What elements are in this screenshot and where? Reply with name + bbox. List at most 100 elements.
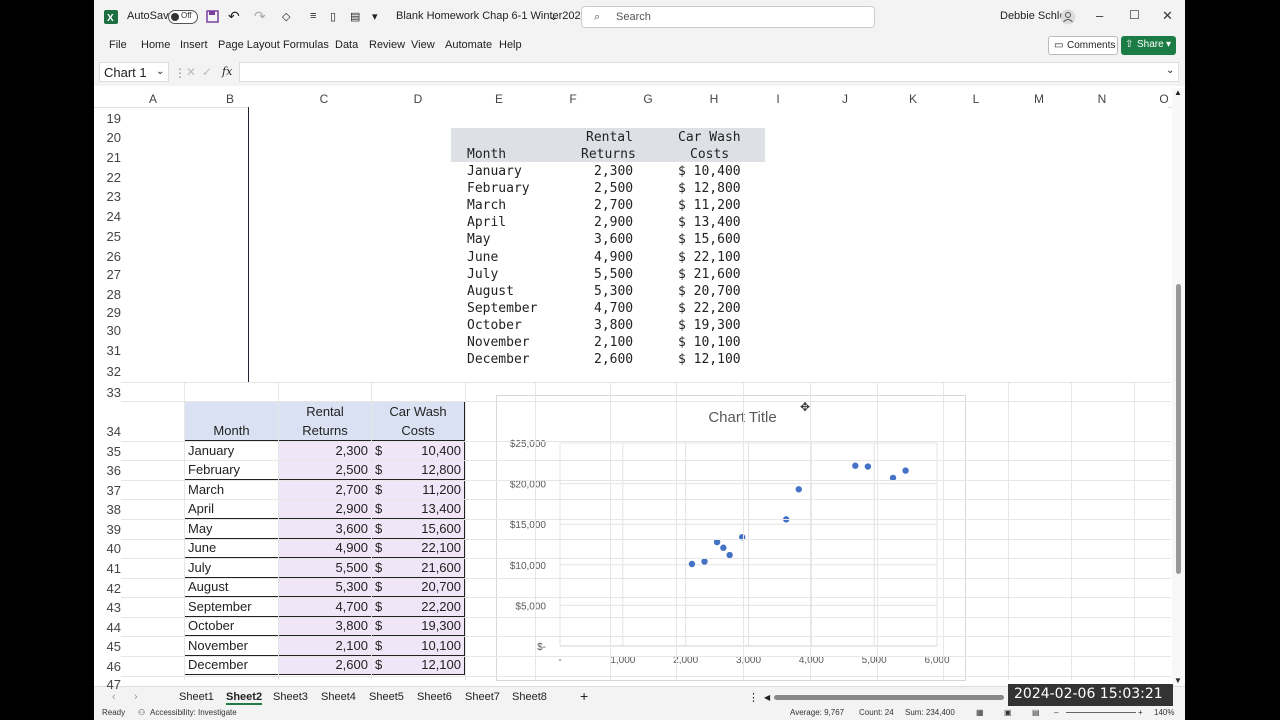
header-month[interactable]: Month — [184, 401, 279, 441]
cell-month[interactable]: May — [184, 518, 279, 539]
status-sum[interactable]: Sum: 234,400 — [905, 708, 955, 717]
column-header[interactable]: K — [909, 92, 917, 106]
sheet-tab[interactable]: Sheet5 — [369, 691, 404, 703]
row-header[interactable]: 37 — [94, 483, 121, 498]
row-header[interactable]: 31 — [94, 343, 121, 358]
cell-month[interactable]: December — [184, 654, 279, 675]
normal-view-icon[interactable]: ▦ — [976, 708, 984, 717]
cell-rental-returns[interactable]: 4,900 — [278, 537, 372, 558]
header-car-wash-costs[interactable]: Car Wash Costs — [371, 401, 465, 441]
cell-month[interactable]: November — [184, 635, 279, 656]
column-header[interactable]: G — [643, 92, 652, 106]
cell-car-wash-cost[interactable]: $21,600 — [371, 557, 465, 578]
cell-month[interactable]: June — [184, 537, 279, 558]
sheet-tab[interactable]: Sheet1 — [179, 691, 214, 703]
cell-month[interactable]: July — [184, 557, 279, 578]
cell-month[interactable]: February — [184, 459, 279, 480]
minimize-icon[interactable]: – — [1096, 8, 1103, 23]
share-button[interactable]: ⇧ Share ▾ — [1121, 36, 1176, 55]
pasted-table-picture[interactable]: Month Rental Returns Car Wash Costs Janu… — [248, 107, 1168, 382]
row-header[interactable]: 39 — [94, 522, 121, 537]
tabs-more-icon[interactable]: ⋮ — [748, 691, 759, 704]
page-icon[interactable]: ▯ — [330, 10, 336, 23]
tab-scroll-right-icon[interactable]: › — [134, 691, 138, 703]
status-count[interactable]: Count: 24 — [859, 708, 894, 717]
cell-car-wash-cost[interactable]: $12,800 — [371, 459, 465, 480]
page-break-view-icon[interactable]: ▤ — [1032, 708, 1040, 717]
horizontal-scroll-thumb[interactable] — [774, 695, 1004, 700]
menu-help[interactable]: Help — [499, 39, 522, 51]
row-header[interactable]: 27 — [94, 267, 121, 282]
cell-car-wash-cost[interactable]: $13,400 — [371, 498, 465, 519]
comments-button[interactable]: ▭ Comments — [1048, 36, 1118, 55]
search-box[interactable]: ⌕ Search — [581, 6, 875, 28]
zoom-level[interactable]: 140% — [1154, 708, 1174, 717]
tab-scroll-left-icon[interactable]: ‹ — [112, 691, 116, 703]
sheet-tab[interactable]: Sheet8 — [512, 691, 547, 703]
row-header[interactable]: 25 — [94, 229, 121, 244]
row-header[interactable]: 36 — [94, 463, 121, 478]
menu-review[interactable]: Review — [369, 39, 405, 51]
page-layout-view-icon[interactable]: ▣ — [1004, 708, 1012, 717]
column-header[interactable]: A — [149, 92, 157, 106]
column-header[interactable]: F — [569, 92, 576, 106]
row-header[interactable]: 28 — [94, 287, 121, 302]
header-rental-returns[interactable]: Rental Returns — [278, 401, 372, 441]
hscroll-left-icon[interactable]: ◀ — [764, 693, 770, 702]
enter-icon[interactable]: ✓ — [202, 65, 212, 79]
row-header[interactable]: 46 — [94, 659, 121, 674]
column-header[interactable]: J — [842, 92, 848, 106]
column-header[interactable]: I — [776, 92, 779, 106]
row-header[interactable]: 34 — [94, 424, 121, 439]
format-painter-icon[interactable]: ◇ — [282, 10, 290, 23]
cell-rental-returns[interactable]: 5,300 — [278, 576, 372, 597]
autosave-toggle[interactable]: Off — [168, 10, 198, 24]
row-header[interactable]: 22 — [94, 170, 121, 185]
cell-car-wash-cost[interactable]: $15,600 — [371, 518, 465, 539]
scatter-chart[interactable]: Chart Title $- $5,000 $10,000 $15,000 $20,000… — [496, 395, 966, 681]
cell-car-wash-cost[interactable]: $12,100 — [371, 654, 465, 675]
sheet-tab[interactable]: Sheet3 — [273, 691, 308, 703]
column-header[interactable]: M — [1034, 92, 1044, 106]
insert-function-icon[interactable]: fx — [222, 65, 232, 78]
cell-car-wash-cost[interactable]: $19,300 — [371, 615, 465, 636]
row-header[interactable]: 20 — [94, 130, 121, 145]
scroll-up-icon[interactable]: ▲ — [1174, 88, 1182, 97]
chevron-down-icon[interactable]: ⌄ — [549, 10, 558, 23]
list-icon[interactable]: ≡ — [310, 10, 316, 22]
name-box[interactable]: Chart 1 ⌄ — [99, 62, 169, 82]
sheet-tab[interactable]: Sheet7 — [465, 691, 500, 703]
column-header[interactable]: H — [710, 92, 719, 106]
cancel-icon[interactable]: ✕ — [186, 65, 196, 79]
row-header[interactable]: 32 — [94, 364, 121, 379]
cell-month[interactable]: March — [184, 479, 279, 500]
cell-month[interactable]: September — [184, 596, 279, 617]
column-header[interactable]: L — [973, 92, 980, 106]
cell-month[interactable]: January — [184, 440, 279, 461]
zoom-slider[interactable] — [1066, 712, 1136, 713]
row-header[interactable]: 29 — [94, 305, 121, 320]
formula-input[interactable]: ⌄ — [239, 62, 1179, 82]
row-header[interactable]: 24 — [94, 209, 121, 224]
cell-month[interactable]: October — [184, 615, 279, 636]
add-sheet-icon[interactable]: + — [580, 688, 588, 704]
row-header[interactable]: 19 — [94, 111, 121, 126]
cell-car-wash-cost[interactable]: $11,200 — [371, 479, 465, 500]
vertical-scrollbar[interactable]: ▲ ▼ — [1172, 88, 1185, 686]
sheet-tab[interactable]: Sheet6 — [417, 691, 452, 703]
row-header[interactable]: 44 — [94, 620, 121, 635]
zoom-in-icon[interactable]: + — [1138, 708, 1143, 717]
close-icon[interactable]: ✕ — [1162, 8, 1173, 24]
zoom-out-icon[interactable]: – — [1054, 708, 1058, 717]
row-header[interactable]: 38 — [94, 502, 121, 517]
cell-rental-returns[interactable]: 2,300 — [278, 440, 372, 461]
row-header[interactable]: 41 — [94, 561, 121, 576]
menu-formulas[interactable]: Formulas — [283, 39, 329, 51]
row-header[interactable]: 43 — [94, 600, 121, 615]
avatar-icon[interactable] — [1060, 9, 1076, 25]
cell-rental-returns[interactable]: 3,800 — [278, 615, 372, 636]
file-name[interactable]: Blank Homework Chap 6-1 Winter2024... — [396, 10, 596, 22]
cell-rental-returns[interactable]: 5,500 — [278, 557, 372, 578]
scroll-thumb[interactable] — [1176, 284, 1181, 574]
customize-toolbar-icon[interactable]: ▾ — [372, 10, 378, 23]
